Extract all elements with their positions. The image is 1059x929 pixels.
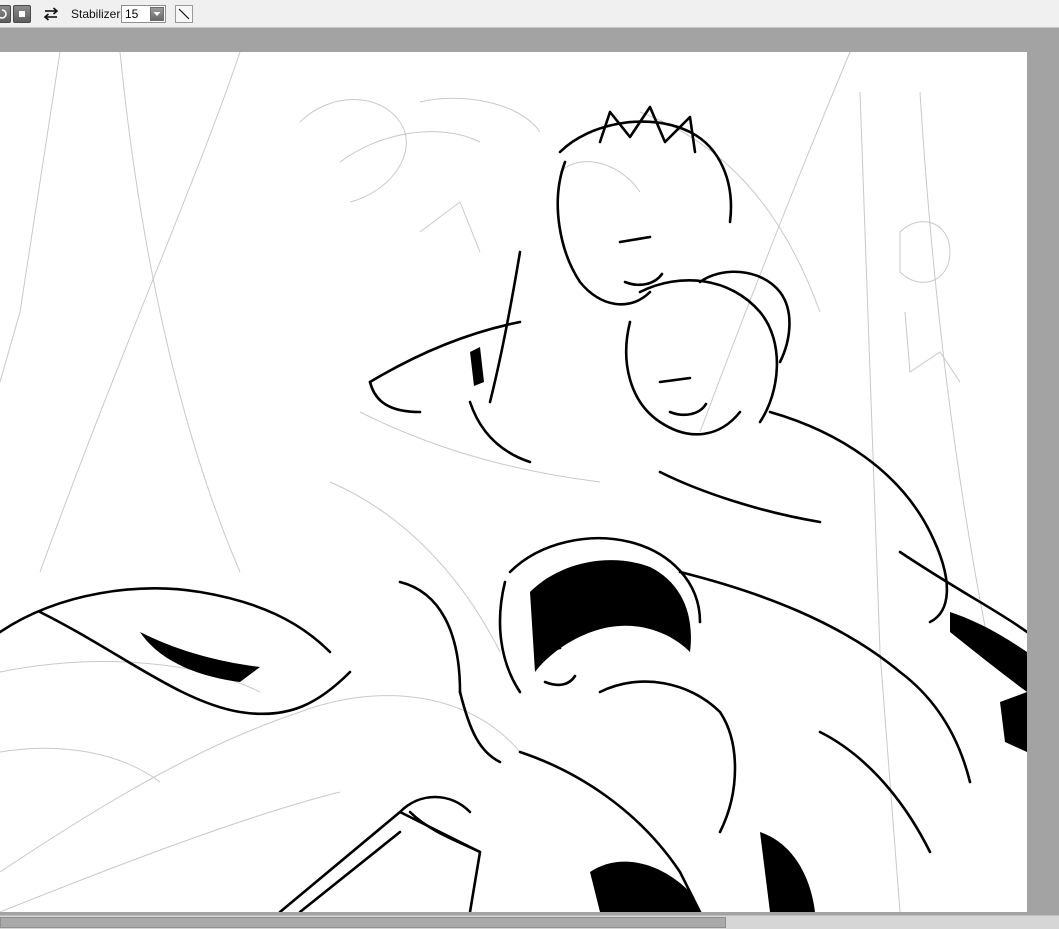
horizontal-scrollbar[interactable] (0, 915, 1059, 929)
tool-options-bar: Stabilizer 15 (0, 0, 1059, 28)
rotate-icon (0, 9, 7, 19)
stabilizer-label: Stabilizer (71, 7, 121, 21)
stabilizer-dropdown-button[interactable] (150, 7, 164, 21)
line-tool-button[interactable] (175, 5, 193, 23)
paint-app-window: Stabilizer 15 (0, 0, 1059, 929)
flip-horizontal-icon (43, 7, 59, 21)
rotate-canvas-button[interactable] (0, 5, 11, 23)
drawing-canvas[interactable] (0, 52, 1027, 912)
scrollbar-thumb[interactable] (0, 917, 726, 928)
ink-layer (0, 105, 1027, 912)
sketch-layer (0, 52, 991, 912)
stabilizer-value: 15 (125, 7, 139, 21)
lineart-illustration (0, 52, 1027, 912)
stabilizer-select[interactable]: 15 (121, 5, 166, 23)
line-tool-icon (178, 8, 190, 20)
stop-button[interactable] (13, 5, 31, 23)
chevron-down-icon (153, 12, 161, 16)
canvas-workspace[interactable] (0, 28, 1059, 915)
flip-horizontal-button[interactable] (42, 5, 60, 23)
stop-square-icon (19, 11, 25, 17)
